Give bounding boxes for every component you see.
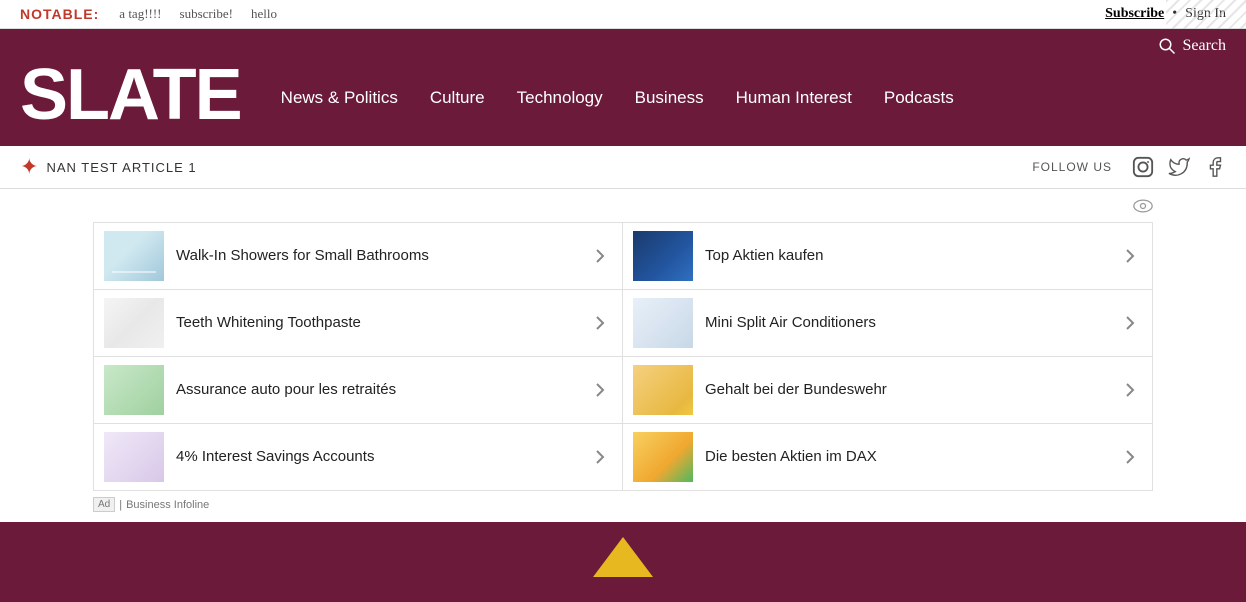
follow-us-section: FOLLOW US [1032, 156, 1226, 178]
eye-icon [1133, 199, 1153, 213]
notable-logo: NOTABLE: [20, 6, 99, 22]
top-link-1[interactable]: a tag!!!! [119, 6, 161, 22]
ad-thumb-auto [104, 365, 164, 415]
ad-container: Walk-In Showers for Small Bathrooms Top … [73, 189, 1173, 522]
ad-provider: | [119, 499, 122, 511]
ad-text-stocks: Top Aktien kaufen [705, 246, 1106, 266]
ad-footer: Ad | Business Infoline [93, 497, 1153, 512]
header-main: SLATE News & Politics Culture Technology… [20, 59, 1226, 146]
ad-arrow-bundeswehr [1118, 378, 1142, 402]
ad-text-bundeswehr: Gehalt bei der Bundeswehr [705, 380, 1106, 400]
top-link-2[interactable]: subscribe! [180, 6, 233, 22]
nav-human-interest[interactable]: Human Interest [736, 88, 852, 108]
twitter-icon[interactable] [1168, 156, 1190, 178]
ad-thumb-teeth [104, 298, 164, 348]
ad-arrow-teeth [588, 311, 612, 335]
search-icon [1158, 37, 1176, 55]
ad-arrow-savings [588, 445, 612, 469]
ad-text-auto: Assurance auto pour les retraités [176, 380, 576, 400]
ad-arrow-auto [588, 378, 612, 402]
top-bar-links: a tag!!!! subscribe! hello [119, 6, 1105, 22]
ad-thumb-bundeswehr [633, 365, 693, 415]
nav-business[interactable]: Business [635, 88, 704, 108]
ad-item-savings[interactable]: 4% Interest Savings Accounts [94, 424, 623, 490]
ad-item-teeth[interactable]: Teeth Whitening Toothpaste [94, 290, 623, 357]
ad-text-teeth: Teeth Whitening Toothpaste [176, 313, 576, 333]
ad-text-ac: Mini Split Air Conditioners [705, 313, 1106, 333]
nan-icon: ✦ [20, 154, 38, 180]
instagram-icon[interactable] [1132, 156, 1154, 178]
ad-thumb-dax [633, 432, 693, 482]
ad-text-dax: Die besten Aktien im DAX [705, 447, 1106, 467]
bottom-logo-shape [593, 537, 653, 577]
nav-news-politics[interactable]: News & Politics [281, 88, 398, 108]
ad-thumb-ac [633, 298, 693, 348]
ad-item-bundeswehr[interactable]: Gehalt bei der Bundeswehr [623, 357, 1152, 424]
follow-us-label: FOLLOW US [1032, 160, 1112, 174]
ad-item-ac[interactable]: Mini Split Air Conditioners [623, 290, 1152, 357]
subscribe-button[interactable]: Subscribe [1105, 6, 1164, 22]
ad-text-savings: 4% Interest Savings Accounts [176, 447, 576, 467]
sub-header: ✦ NAN TEST ARTICLE 1 FOLLOW US [0, 146, 1246, 189]
nan-label: NAN TEST ARTICLE 1 [46, 160, 196, 175]
facebook-icon[interactable] [1204, 156, 1226, 178]
ad-thumb-stocks [633, 231, 693, 281]
nav-technology[interactable]: Technology [517, 88, 603, 108]
slate-logo: SLATE [20, 59, 241, 136]
nav-podcasts[interactable]: Podcasts [884, 88, 954, 108]
ad-arrow-shower [588, 244, 612, 268]
bottom-section [0, 522, 1246, 602]
ad-thumb-shower [104, 231, 164, 281]
ad-provider-name: Business Infoline [126, 499, 209, 511]
main-header: Search SLATE News & Politics Culture Tec… [0, 29, 1246, 146]
ad-item-auto[interactable]: Assurance auto pour les retraités [94, 357, 623, 424]
top-bar: NOTABLE: a tag!!!! subscribe! hello Subs… [0, 0, 1246, 29]
ad-item-shower[interactable]: Walk-In Showers for Small Bathrooms [94, 223, 623, 290]
search-button[interactable]: Search [1158, 37, 1226, 55]
ad-item-stocks[interactable]: Top Aktien kaufen [623, 223, 1152, 290]
ad-badge: Ad [93, 497, 115, 512]
ad-arrow-ac [1118, 311, 1142, 335]
ad-arrow-stocks [1118, 244, 1142, 268]
ad-arrow-dax [1118, 445, 1142, 469]
ad-eye-icon-container [93, 199, 1153, 218]
nav-culture[interactable]: Culture [430, 88, 485, 108]
ad-text-shower: Walk-In Showers for Small Bathrooms [176, 246, 576, 266]
search-label: Search [1182, 37, 1226, 55]
ad-thumb-savings [104, 432, 164, 482]
ad-grid: Walk-In Showers for Small Bathrooms Top … [93, 222, 1153, 491]
main-nav: News & Politics Culture Technology Busin… [281, 88, 954, 108]
ad-item-dax[interactable]: Die besten Aktien im DAX [623, 424, 1152, 490]
top-link-3[interactable]: hello [251, 6, 277, 22]
